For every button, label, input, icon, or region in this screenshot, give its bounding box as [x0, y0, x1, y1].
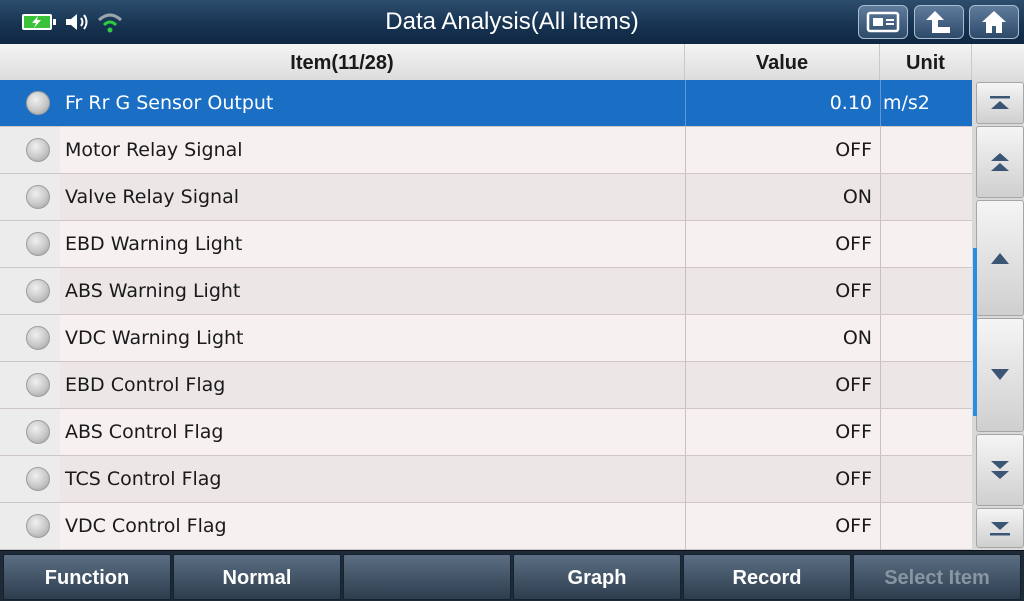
- item-value: OFF: [685, 362, 880, 408]
- item-name: VDC Warning Light: [65, 327, 244, 349]
- radio-icon[interactable]: [26, 91, 50, 115]
- screenshot-button[interactable]: [858, 5, 908, 39]
- item-value: ON: [685, 174, 880, 220]
- row-radio-cell: [0, 362, 60, 408]
- row-radio-cell: [0, 127, 60, 173]
- item-value: OFF: [685, 456, 880, 502]
- radio-icon[interactable]: [26, 279, 50, 303]
- item-name: VDC Control Flag: [65, 515, 227, 537]
- item-value: ON: [685, 315, 880, 361]
- item-value: OFF: [685, 409, 880, 455]
- scroll-top-button[interactable]: [976, 82, 1024, 124]
- graph-button[interactable]: Graph: [513, 554, 681, 600]
- item-name: Motor Relay Signal: [65, 139, 243, 161]
- function-bar: Function Normal Graph Record Select Item: [0, 550, 1024, 601]
- item-unit: [880, 174, 972, 220]
- back-button[interactable]: [914, 5, 964, 39]
- item-unit: [880, 221, 972, 267]
- record-button[interactable]: Record: [683, 554, 851, 600]
- line-down-icon: [991, 369, 1009, 380]
- item-name: EBD Control Flag: [65, 374, 226, 396]
- radio-icon[interactable]: [26, 326, 50, 350]
- scroll-column: [972, 80, 1024, 550]
- scroll-bottom-button[interactable]: [976, 508, 1024, 548]
- item-unit: [880, 268, 972, 314]
- radio-icon[interactable]: [26, 232, 50, 256]
- table-row[interactable]: Motor Relay Signal OFF: [0, 127, 972, 174]
- row-radio-cell: [0, 221, 60, 267]
- radio-icon[interactable]: [26, 138, 50, 162]
- scroll-bottom-icon: [990, 522, 1010, 536]
- table-row[interactable]: Fr Rr G Sensor Output 0.10 m/s2: [0, 80, 972, 127]
- page-down-icon: [991, 461, 1009, 479]
- table-row[interactable]: ABS Warning Light OFF: [0, 268, 972, 315]
- item-unit: [880, 409, 972, 455]
- select-item-button[interactable]: Select Item: [853, 554, 1021, 600]
- column-header-item: Item(11/28): [0, 44, 685, 80]
- line-up-icon: [991, 253, 1009, 264]
- row-radio-cell: [0, 456, 60, 502]
- page-down-button[interactable]: [976, 434, 1024, 506]
- page-up-button[interactable]: [976, 126, 1024, 198]
- item-name: Fr Rr G Sensor Output: [65, 92, 274, 114]
- home-button[interactable]: [969, 5, 1019, 39]
- table-row[interactable]: EBD Warning Light OFF: [0, 221, 972, 268]
- radio-icon[interactable]: [26, 185, 50, 209]
- scroll-position-indicator[interactable]: [973, 248, 977, 416]
- table-row[interactable]: EBD Control Flag OFF: [0, 362, 972, 409]
- table-header: Item(11/28) Value Unit: [0, 44, 1024, 81]
- item-name: EBD Warning Light: [65, 233, 243, 255]
- line-up-button[interactable]: [976, 200, 1024, 316]
- row-radio-cell: [0, 174, 60, 220]
- item-value: OFF: [685, 503, 880, 549]
- item-unit: [880, 362, 972, 408]
- scroll-top-icon: [990, 96, 1010, 109]
- table-row[interactable]: VDC Warning Light ON: [0, 315, 972, 362]
- table-row[interactable]: TCS Control Flag OFF: [0, 456, 972, 503]
- home-icon: [982, 11, 1006, 33]
- row-radio-cell: [0, 315, 60, 361]
- item-unit: m/s2: [880, 80, 972, 126]
- column-header-scroll: [972, 44, 1024, 80]
- page-up-icon: [991, 153, 1009, 171]
- item-value: 0.10: [685, 80, 880, 126]
- title-bar: Data Analysis(All Items): [0, 0, 1024, 45]
- data-table: Item(11/28) Value Unit Fr Rr G Sensor Ou…: [0, 44, 1024, 550]
- row-radio-cell: [0, 268, 60, 314]
- table-row[interactable]: Valve Relay Signal ON: [0, 174, 972, 221]
- row-radio-cell: [0, 503, 60, 549]
- item-name: TCS Control Flag: [65, 468, 222, 490]
- row-radio-cell: [0, 409, 60, 455]
- empty-button: [343, 554, 511, 600]
- item-name: Valve Relay Signal: [65, 186, 240, 208]
- radio-icon[interactable]: [26, 420, 50, 444]
- radio-icon[interactable]: [26, 467, 50, 491]
- column-header-unit: Unit: [880, 44, 972, 80]
- item-value: OFF: [685, 127, 880, 173]
- screenshot-icon: [866, 11, 900, 33]
- item-unit: [880, 456, 972, 502]
- table-row[interactable]: VDC Control Flag OFF: [0, 503, 972, 550]
- row-radio-cell: [0, 80, 60, 126]
- item-name: ABS Warning Light: [65, 280, 241, 302]
- item-value: OFF: [685, 221, 880, 267]
- column-header-value: Value: [685, 44, 880, 80]
- radio-icon[interactable]: [26, 373, 50, 397]
- table-body: Fr Rr G Sensor Output 0.10 m/s2 Motor Re…: [0, 80, 972, 550]
- item-name: ABS Control Flag: [65, 421, 224, 443]
- back-icon: [926, 11, 950, 33]
- line-down-button[interactable]: [976, 318, 1024, 432]
- item-unit: [880, 503, 972, 549]
- item-value: OFF: [685, 268, 880, 314]
- table-row[interactable]: ABS Control Flag OFF: [0, 409, 972, 456]
- function-button[interactable]: Function: [3, 554, 171, 600]
- normal-button[interactable]: Normal: [173, 554, 341, 600]
- radio-icon[interactable]: [26, 514, 50, 538]
- item-unit: [880, 315, 972, 361]
- item-unit: [880, 127, 972, 173]
